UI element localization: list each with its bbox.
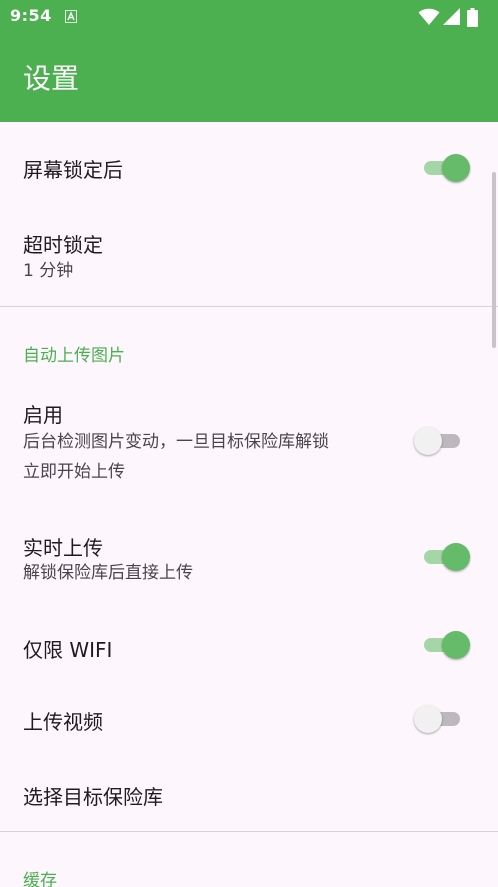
switch-thumb bbox=[414, 427, 442, 455]
pref-select-target-vault[interactable]: 选择目标保险库 bbox=[0, 758, 498, 830]
divider bbox=[0, 831, 498, 832]
switch-thumb bbox=[442, 154, 470, 182]
pref-wifi-only[interactable]: 仅限 WIFI bbox=[0, 608, 498, 684]
pref-lock-after-screen-lock[interactable]: 屏幕锁定后 bbox=[0, 122, 498, 210]
scrollbar[interactable] bbox=[492, 172, 496, 348]
settings-list[interactable]: 屏幕锁定后 超时锁定 1 分钟 自动上传图片 启用 后台检测图片变动，一旦目标保… bbox=[0, 122, 498, 887]
lock-after-screen-lock-switch[interactable] bbox=[414, 154, 470, 182]
category-auto-upload: 自动上传图片 bbox=[23, 346, 125, 366]
pref-upload-videos[interactable]: 上传视频 bbox=[0, 684, 498, 758]
pref-realtime-upload[interactable]: 实时上传 解锁保险库后直接上传 bbox=[0, 516, 498, 600]
status-time: 9:54 bbox=[10, 6, 52, 25]
pref-title: 选择目标保险库 bbox=[23, 785, 163, 809]
enable-auto-upload-switch[interactable] bbox=[414, 427, 462, 455]
switch-thumb bbox=[442, 543, 470, 571]
pref-summary: 1 分钟 bbox=[23, 261, 74, 281]
pref-summary-line2: 立即开始上传 bbox=[23, 462, 125, 482]
wifi-only-switch[interactable] bbox=[414, 631, 470, 659]
pref-summary: 解锁保险库后直接上传 bbox=[23, 563, 193, 583]
pref-title: 启用 bbox=[23, 403, 63, 427]
pref-title: 超时锁定 bbox=[23, 233, 103, 257]
pref-title: 仅限 WIFI bbox=[23, 638, 113, 662]
page-title: 设置 bbox=[23, 62, 80, 95]
pref-timeout-lock[interactable]: 超时锁定 1 分钟 bbox=[0, 210, 498, 306]
app-bar: 设置 bbox=[0, 34, 498, 122]
category-cache: 缓存 bbox=[23, 871, 57, 887]
wifi-icon bbox=[418, 8, 440, 25]
pref-title: 上传视频 bbox=[23, 710, 103, 734]
status-icons bbox=[418, 8, 488, 27]
battery-icon bbox=[467, 8, 478, 27]
status-bar: 9:54 bbox=[0, 0, 498, 34]
cellular-signal-icon bbox=[443, 8, 460, 25]
upload-videos-switch[interactable] bbox=[414, 705, 462, 733]
settings-screen: 9:54 设置 屏幕锁定后 超时锁定 1 分钟 自动上传图片 启用 后台检测图片… bbox=[0, 0, 498, 887]
realtime-upload-switch[interactable] bbox=[414, 543, 470, 571]
pref-summary-line1: 后台检测图片变动，一旦目标保险库解锁 bbox=[23, 432, 329, 452]
pref-enable-auto-upload[interactable]: 启用 后台检测图片变动，一旦目标保险库解锁 立即开始上传 bbox=[0, 384, 498, 500]
switch-thumb bbox=[442, 631, 470, 659]
a-notification-icon bbox=[65, 10, 77, 23]
switch-thumb bbox=[414, 705, 442, 733]
divider bbox=[0, 306, 498, 307]
pref-title: 屏幕锁定后 bbox=[23, 158, 123, 182]
pref-title: 实时上传 bbox=[23, 536, 103, 560]
